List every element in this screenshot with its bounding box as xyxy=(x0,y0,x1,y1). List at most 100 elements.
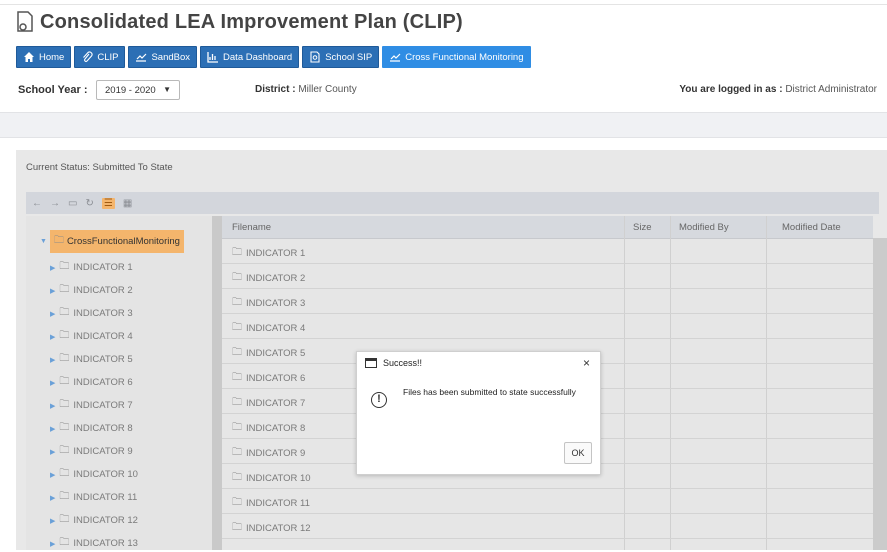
tree-item-label: INDICATOR 9 xyxy=(73,446,133,457)
nav-clip-label: CLIP xyxy=(97,51,119,63)
nav-clip-button[interactable]: CLIP xyxy=(74,46,126,68)
district-value: Miller County xyxy=(298,84,357,95)
folder-icon: 🗀 xyxy=(59,422,70,433)
table-row[interactable]: 🗀 INDICATOR 1 xyxy=(222,238,873,264)
close-icon[interactable]: × xyxy=(583,356,590,370)
expand-triangle-icon[interactable]: ▶ xyxy=(50,333,55,341)
col-modified-date[interactable]: Modified Date xyxy=(782,222,841,233)
expand-triangle-icon[interactable]: ▶ xyxy=(50,425,55,433)
folder-icon: 🗀 xyxy=(232,247,242,258)
tree-item-label: INDICATOR 11 xyxy=(73,492,138,503)
nav-cross-functional-monitoring-label: Cross Functional Monitoring xyxy=(405,51,524,63)
filename-label: INDICATOR 1 xyxy=(246,248,306,259)
expand-triangle-icon[interactable]: ▶ xyxy=(50,448,55,456)
filename-cell: 🗀 INDICATOR 8 xyxy=(232,420,305,437)
tree-item[interactable]: ▶ 🗀 INDICATOR 12 xyxy=(50,512,138,529)
col-modified-by[interactable]: Modified By xyxy=(679,222,729,233)
top-divider xyxy=(0,4,887,5)
folder-icon: 🗀 xyxy=(232,347,242,358)
table-row[interactable]: 🗀 INDICATOR 11 xyxy=(222,488,873,514)
grid-header: Filename Size Modified By Modified Date xyxy=(222,216,873,239)
tree-item[interactable]: ▶ 🗀 INDICATOR 2 xyxy=(50,282,133,299)
refresh-icon[interactable]: ↻ xyxy=(85,198,93,209)
expand-triangle-icon[interactable]: ▶ xyxy=(50,379,55,387)
school-year-label: School Year : xyxy=(18,84,88,96)
nav-cross-functional-monitoring-button[interactable]: Cross Functional Monitoring xyxy=(382,46,531,68)
tree-item[interactable]: ▶ 🗀 INDICATOR 3 xyxy=(50,305,133,322)
table-row[interactable]: 🗀 INDICATOR 12 xyxy=(222,513,873,539)
district-info: District : Miller County xyxy=(255,84,357,95)
folder-icon: 🗀 xyxy=(232,472,242,483)
expand-triangle-icon[interactable]: ▶ xyxy=(50,517,55,525)
document-search-icon xyxy=(310,51,320,63)
chevron-down-icon: ▼ xyxy=(163,85,171,94)
tree-item-label: INDICATOR 13 xyxy=(73,538,138,549)
expand-triangle-icon[interactable]: ▶ xyxy=(50,471,55,479)
list-view-icon[interactable]: ☰ xyxy=(101,197,115,209)
filename-label: INDICATOR 4 xyxy=(246,323,306,334)
expand-triangle-icon[interactable]: ▼ xyxy=(40,238,47,245)
grid-view-icon[interactable]: ▦ xyxy=(123,198,132,209)
chart-icon xyxy=(207,52,219,63)
tree-item[interactable]: ▶ 🗀 INDICATOR 5 xyxy=(50,351,133,368)
tree-root-label: CrossFunctionalMonitoring xyxy=(66,236,180,247)
expand-triangle-icon[interactable]: ▶ xyxy=(50,356,55,364)
tree-root[interactable]: ▼ 🗀 CrossFunctionalMonitoring xyxy=(40,230,184,253)
table-row[interactable]: 🗀 INDICATOR 4 xyxy=(222,313,873,339)
tree-item-label: INDICATOR 7 xyxy=(73,400,133,411)
expand-triangle-icon[interactable]: ▶ xyxy=(50,540,55,548)
exclamation-icon: ! xyxy=(371,392,387,408)
col-filename[interactable]: Filename xyxy=(232,222,271,233)
folder-icon: 🗀 xyxy=(232,522,242,533)
filename-cell: 🗀 INDICATOR 1 xyxy=(232,245,305,262)
expand-triangle-icon[interactable]: ▶ xyxy=(50,287,55,295)
tree-item[interactable]: ▶ 🗀 INDICATOR 13 xyxy=(50,535,138,552)
forward-icon[interactable]: → xyxy=(50,198,60,209)
filename-cell: 🗀 INDICATOR 4 xyxy=(232,320,305,337)
expand-triangle-icon[interactable]: ▶ xyxy=(50,402,55,410)
nav-sandbox-button[interactable]: SandBox xyxy=(128,46,198,68)
folder-icon: 🗀 xyxy=(232,447,242,458)
folder-icon: 🗀 xyxy=(232,422,242,433)
tree-item[interactable]: ▶ 🗀 INDICATOR 8 xyxy=(50,420,133,437)
tree-item[interactable]: ▶ 🗀 INDICATOR 1 xyxy=(50,259,133,276)
tree-item[interactable]: ▶ 🗀 INDICATOR 11 xyxy=(50,489,137,506)
school-year-select[interactable]: 2019 - 2020 ▼ xyxy=(96,80,180,100)
expand-triangle-icon[interactable]: ▶ xyxy=(50,494,55,502)
tree-root-chip[interactable]: 🗀 CrossFunctionalMonitoring xyxy=(49,230,184,253)
dialog-message: Files has been submitted to state succes… xyxy=(403,387,576,397)
col-size[interactable]: Size xyxy=(633,222,651,233)
folder-icon: 🗀 xyxy=(59,514,70,525)
table-row[interactable]: 🗀 INDICATOR 2 xyxy=(222,263,873,289)
folder-icon: 🗀 xyxy=(59,261,70,272)
folder-icon: 🗀 xyxy=(59,284,70,295)
context-bar: School Year : 2019 - 2020 ▼ District : M… xyxy=(0,78,887,104)
tree-item-label: INDICATOR 1 xyxy=(73,262,133,273)
nav-data-dashboard-button[interactable]: Data Dashboard xyxy=(200,46,300,68)
filename-label: INDICATOR 7 xyxy=(246,398,306,409)
tree-item[interactable]: ▶ 🗀 INDICATOR 4 xyxy=(50,328,133,345)
tree-item[interactable]: ▶ 🗀 INDICATOR 6 xyxy=(50,374,133,391)
nav-home-button[interactable]: Home xyxy=(16,46,72,68)
folder-icon: 🗀 xyxy=(59,399,70,410)
tree-item[interactable]: ▶ 🗀 INDICATOR 9 xyxy=(50,443,133,460)
table-row[interactable]: 🗀 INDICATOR 3 xyxy=(222,288,873,314)
tree-item[interactable]: ▶ 🗀 INDICATOR 10 xyxy=(50,466,138,483)
folder-up-icon[interactable]: ▭ xyxy=(68,198,77,209)
main-nav: Home CLIP SandBox Data Dashboard School … xyxy=(16,46,531,68)
ok-button[interactable]: OK xyxy=(564,442,592,464)
filename-label: INDICATOR 2 xyxy=(246,273,306,284)
dialog-titlebar: Success!! xyxy=(365,358,422,368)
filename-cell: 🗀 INDICATOR 7 xyxy=(232,395,305,412)
expand-triangle-icon[interactable]: ▶ xyxy=(50,310,55,318)
back-icon[interactable]: ← xyxy=(32,198,42,209)
dialog-title: Success!! xyxy=(383,358,423,368)
filename-cell: 🗀 INDICATOR 5 xyxy=(232,345,305,362)
expand-triangle-icon[interactable]: ▶ xyxy=(50,264,55,272)
grid-scrollbar[interactable] xyxy=(873,238,887,550)
filename-label: INDICATOR 8 xyxy=(246,423,306,434)
nav-school-sip-button[interactable]: School SIP xyxy=(302,46,380,68)
school-year-value: 2019 - 2020 xyxy=(105,84,156,96)
tree-scrollbar[interactable] xyxy=(212,216,222,550)
tree-item[interactable]: ▶ 🗀 INDICATOR 7 xyxy=(50,397,133,414)
